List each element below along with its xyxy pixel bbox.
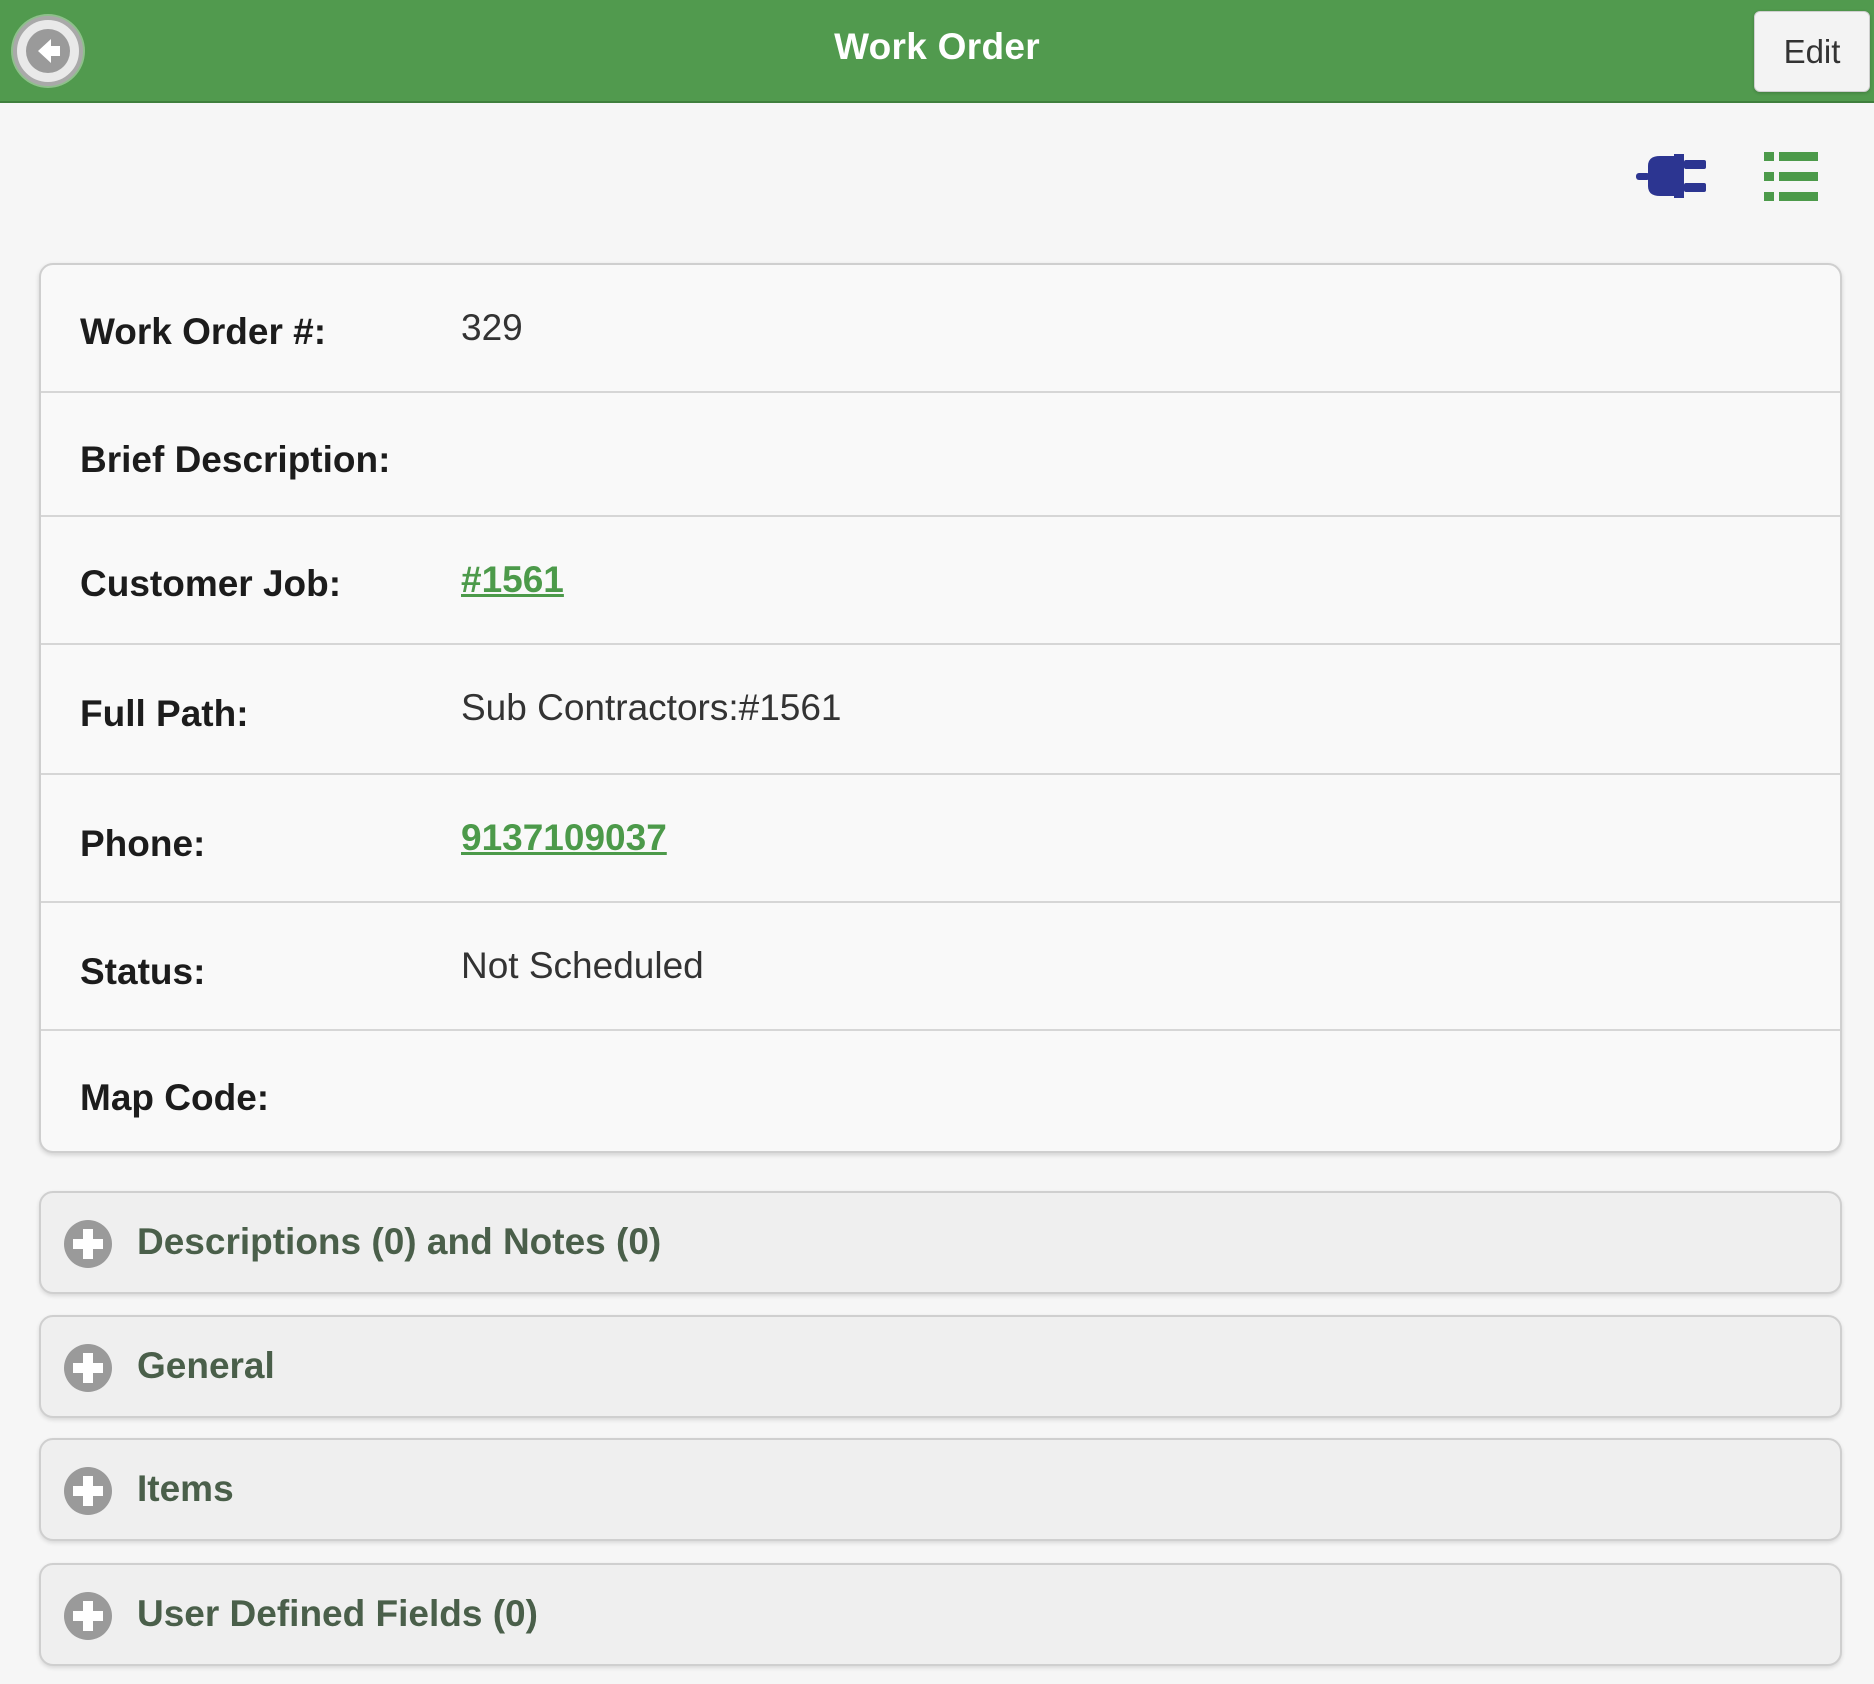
row-map-code: Map Code: <box>41 1031 1840 1151</box>
row-work-order: Work Order #: 329 <box>41 265 1840 393</box>
plus-icon <box>64 1592 112 1640</box>
row-full-path: Full Path: Sub Contractors:#1561 <box>41 645 1840 775</box>
work-order-label: Work Order #: <box>80 311 327 352</box>
header-bar: Work Order Edit <box>0 0 1874 103</box>
status-label: Status: <box>80 951 206 992</box>
row-brief-description: Brief Description: <box>41 393 1840 517</box>
row-customer-job: Customer Job: #1561 <box>41 517 1840 645</box>
customer-job-label: Customer Job: <box>80 563 342 604</box>
map-code-label: Map Code: <box>80 1077 270 1118</box>
edit-button[interactable]: Edit <box>1754 11 1870 92</box>
plug-icon[interactable] <box>1636 152 1708 200</box>
work-order-details: Work Order #: 329 Brief Description: Cus… <box>39 263 1842 1153</box>
section-descriptions-notes[interactable]: Descriptions (0) and Notes (0) <box>39 1191 1842 1294</box>
customer-job-link[interactable]: #1561 <box>461 559 564 601</box>
status-value: Not Scheduled <box>461 945 704 986</box>
plus-icon <box>64 1344 112 1392</box>
full-path-value: Sub Contractors:#1561 <box>461 687 842 728</box>
row-phone: Phone: 9137109037 <box>41 775 1840 903</box>
section-user-defined-fields[interactable]: User Defined Fields (0) <box>39 1563 1842 1666</box>
section-items[interactable]: Items <box>39 1438 1842 1541</box>
phone-link[interactable]: 9137109037 <box>461 817 667 859</box>
section-title: Items <box>137 1468 234 1509</box>
section-general[interactable]: General <box>39 1315 1842 1418</box>
phone-label: Phone: <box>80 823 206 864</box>
page-title: Work Order <box>834 26 1040 67</box>
section-title: Descriptions (0) and Notes (0) <box>137 1221 662 1262</box>
full-path-label: Full Path: <box>80 693 249 734</box>
plus-icon <box>64 1467 112 1515</box>
work-order-value: 329 <box>461 307 523 348</box>
plus-icon <box>64 1220 112 1268</box>
section-title: User Defined Fields (0) <box>137 1593 538 1634</box>
row-status: Status: Not Scheduled <box>41 903 1840 1031</box>
list-icon[interactable] <box>1764 150 1818 204</box>
section-title: General <box>137 1345 275 1386</box>
brief-description-label: Brief Description: <box>80 439 391 480</box>
